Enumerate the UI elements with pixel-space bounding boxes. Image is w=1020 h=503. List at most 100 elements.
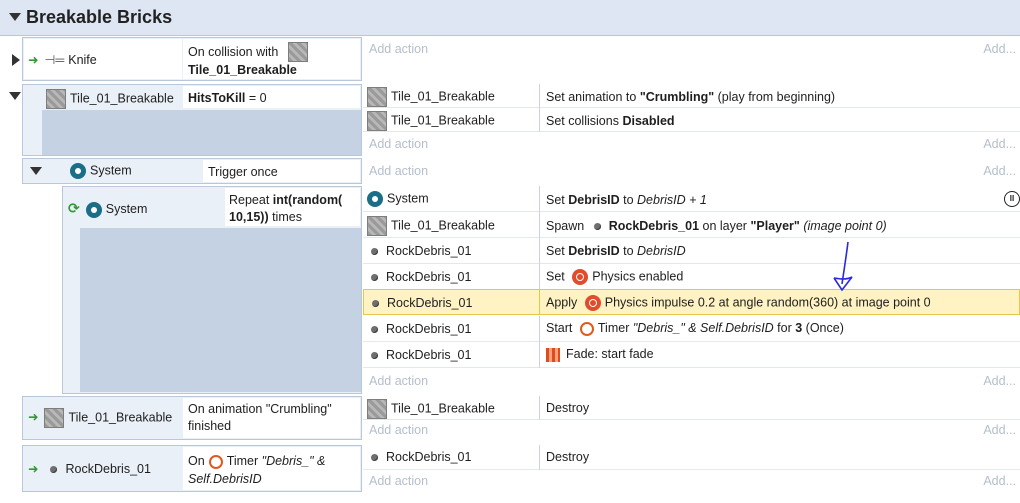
- image-point: (image point 0): [799, 219, 887, 233]
- condition-object-cell[interactable]: ⟳ System: [64, 188, 224, 226]
- action-row[interactable]: RockDebris_01 Set DebrisID to DebrisID: [363, 238, 1020, 264]
- hand-drawn-arrow-annotation: [833, 241, 853, 292]
- timer-icon: [579, 321, 594, 336]
- add-action-link[interactable]: Add action: [369, 423, 428, 437]
- action-row-selected[interactable]: RockDebris_01 Apply Physics impulse 0.2 …: [363, 289, 1020, 315]
- action-row[interactable]: RockDebris_01 Fade: start fade: [363, 342, 1020, 368]
- action-object: RockDebris_01: [386, 450, 472, 464]
- condition-text: On: [188, 454, 205, 468]
- timer-icon: [208, 454, 223, 469]
- action-row[interactable]: System Set DebrisID to DebrisID + 1: [363, 186, 1020, 212]
- event-knife: ➜ ⊣═ Knife On collision with Tile_01_Break…: [0, 37, 1020, 82]
- tile-sprite-icon: [367, 111, 387, 131]
- group-header[interactable]: Breakable Bricks: [0, 0, 1020, 36]
- action-row[interactable]: RockDebris_01 Set Physics enabled: [363, 264, 1020, 290]
- condition-cell[interactable]: HitsToKill = 0: [183, 86, 360, 108]
- action-behavior: Physics impulse 0.2 at angle random(360)…: [604, 295, 931, 310]
- action-text-mid: on layer: [699, 219, 751, 233]
- add-more-link[interactable]: Add...: [983, 374, 1016, 388]
- action-text: Set animation to: [546, 90, 640, 104]
- action-row[interactable]: Tile_01_Breakable Set animation to "Crum…: [363, 84, 1020, 108]
- condition-cell[interactable]: On collision with Tile_01_Breakable: [183, 39, 360, 79]
- tile-sprite-icon: [46, 89, 66, 109]
- add-action-row[interactable]: Add action Add...: [363, 37, 1020, 61]
- add-more-link[interactable]: Add...: [983, 42, 1016, 56]
- knife-icon: ⊣═: [44, 53, 65, 67]
- pause-icon[interactable]: II: [1004, 191, 1020, 207]
- add-action-link[interactable]: Add action: [369, 42, 428, 56]
- condition-cell[interactable]: On Timer "Debris_" & Self.DebrisID: [183, 447, 360, 490]
- tile-sprite-icon: [367, 399, 387, 419]
- spawn-object: RockDebris_01: [608, 219, 700, 233]
- add-action-link[interactable]: Add action: [369, 137, 428, 151]
- system-gear-icon: [367, 191, 383, 207]
- action-text: Spawn: [546, 219, 588, 233]
- add-action-link[interactable]: Add action: [369, 164, 428, 178]
- action-value: Disabled: [622, 114, 675, 128]
- condition-text: On animation "Crumbling": [188, 402, 332, 416]
- add-more-link[interactable]: Add...: [983, 423, 1016, 437]
- action-object: System: [387, 191, 429, 206]
- action-object: RockDebris_01: [386, 322, 472, 336]
- condition-object-name: Tile_01_Breakable: [70, 91, 174, 106]
- timer-mode: (Once): [802, 321, 844, 335]
- add-action-row[interactable]: Add action Add...: [363, 368, 1020, 394]
- condition-object-cell[interactable]: ➜ Tile_01_Breakable: [24, 398, 182, 438]
- add-more-link[interactable]: Add...: [983, 137, 1016, 151]
- trigger-arrow-icon: ➜: [28, 462, 39, 476]
- add-action-row[interactable]: Add action Add...: [363, 158, 1020, 184]
- collapse-triangle-icon[interactable]: [9, 92, 21, 100]
- group-title: Breakable Bricks: [26, 7, 173, 27]
- condition-behavior: Timer: [226, 454, 262, 468]
- add-more-link[interactable]: Add...: [983, 164, 1016, 178]
- action-row[interactable]: Tile_01_Breakable Set collisions Disable…: [363, 108, 1020, 132]
- add-more-link[interactable]: Add...: [983, 474, 1016, 488]
- action-expression: DebrisID: [637, 244, 686, 258]
- physics-icon: [572, 269, 589, 285]
- add-action-link[interactable]: Add action: [369, 374, 428, 388]
- event-on-timer: ➜ RockDebris_01 On Timer "Debris_" & Self.…: [22, 445, 1020, 493]
- expand-triangle-icon[interactable]: [12, 54, 20, 66]
- rock-debris-icon: [371, 326, 378, 334]
- add-action-link[interactable]: Add action: [369, 474, 428, 488]
- collapse-triangle-icon[interactable]: [9, 13, 21, 21]
- condition-text-2: finished: [188, 419, 232, 433]
- action-text: Apply: [546, 295, 581, 310]
- condition-cell[interactable]: Trigger once: [203, 160, 360, 182]
- action-text-post: (play from beginning): [714, 90, 836, 104]
- add-action-row[interactable]: Add action Add...: [363, 420, 1020, 441]
- action-object: RockDebris_01: [386, 348, 472, 362]
- rock-debris-icon: [371, 248, 378, 256]
- action-text: Set: [546, 244, 569, 258]
- action-row[interactable]: RockDebris_01 Destroy: [363, 445, 1020, 470]
- add-action-row[interactable]: Add action Add...: [363, 132, 1020, 156]
- physics-icon: [584, 295, 601, 311]
- condition-object-cell[interactable]: Tile_01_Breakable: [42, 86, 182, 109]
- condition-object-name: System: [90, 163, 132, 178]
- condition-cell[interactable]: On animation "Crumbling" finished: [183, 398, 360, 438]
- action-variable: DebrisID: [568, 244, 620, 258]
- condition-target: Tile_01_Breakable: [188, 63, 297, 77]
- condition-object-cell[interactable]: ➜ RockDebris_01: [24, 447, 182, 490]
- condition-comparison: = 0: [245, 91, 267, 105]
- action-value: "Crumbling": [639, 90, 715, 104]
- condition-object-cell[interactable]: System: [44, 160, 202, 182]
- action-row[interactable]: RockDebris_01 Start Timer "Debris_" & Se…: [363, 316, 1020, 342]
- condition-object-cell[interactable]: ➜ ⊣═ Knife: [24, 39, 182, 79]
- condition-variable: HitsToKill: [188, 91, 246, 105]
- add-action-row[interactable]: Add action Add...: [363, 470, 1020, 492]
- action-behavior: Physics enabled: [592, 269, 684, 284]
- action-text: Set: [546, 269, 569, 284]
- action-row[interactable]: Tile_01_Breakable Destroy: [363, 396, 1020, 420]
- condition-cell[interactable]: Repeat int(random( 10,15)) times: [225, 188, 360, 226]
- rock-debris-icon: [371, 352, 378, 360]
- action-text-mid: to: [619, 193, 638, 207]
- action-row[interactable]: Tile_01_Breakable Spawn RockDebris_01 on…: [363, 212, 1020, 238]
- action-object: Tile_01_Breakable: [391, 401, 495, 416]
- action-object: Tile_01_Breakable: [391, 89, 495, 104]
- event-animation-finished: ➜ Tile_01_Breakable On animation "Crumbli…: [22, 396, 1020, 441]
- action-text: Destroy: [546, 401, 590, 415]
- condition-expression: int(random(: [272, 193, 343, 207]
- collapse-triangle-icon[interactable]: [30, 167, 42, 175]
- action-text-mid: to: [619, 244, 638, 258]
